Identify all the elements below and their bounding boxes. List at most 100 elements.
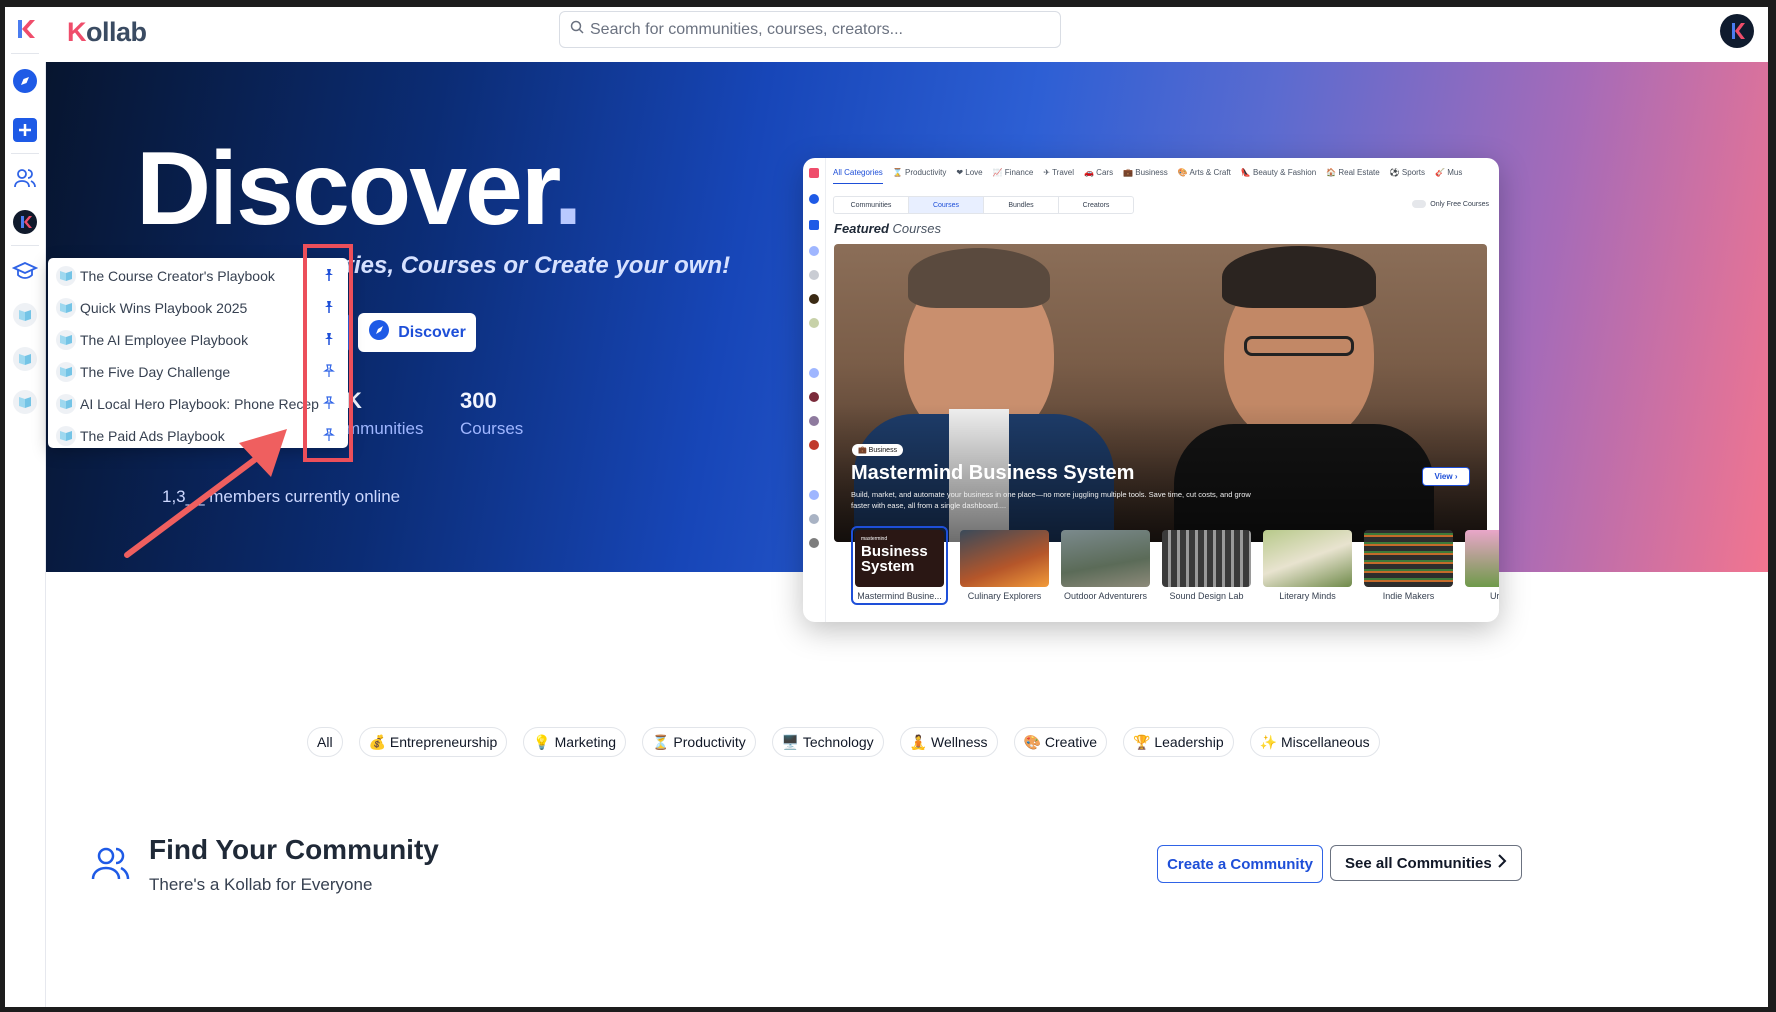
- chip-leadership[interactable]: 🏆 Leadership: [1123, 727, 1234, 757]
- preview-cap-icon: [809, 368, 819, 378]
- course-book-icon: [56, 426, 76, 446]
- glasses-icon: [1244, 336, 1354, 356]
- preview-tab-bundles: Bundles: [984, 197, 1059, 213]
- sidebar-kollab-community-icon[interactable]: [11, 208, 39, 236]
- preview-tab-courses: Courses: [909, 197, 984, 213]
- preview-view-button: View ›: [1422, 467, 1470, 486]
- preview-category: ⚽ Sports: [1389, 168, 1426, 177]
- preview-category: 📈 Finance: [992, 168, 1034, 177]
- flyout-course-label: Quick Wins Playbook 2025: [80, 300, 248, 316]
- preview-category: 🚗 Cars: [1084, 168, 1114, 177]
- app-window: Kollab Search for communities, courses, …: [5, 7, 1768, 1007]
- preview-free-label: Only Free Courses: [1430, 200, 1489, 208]
- sidebar-course-book-icon[interactable]: [11, 345, 39, 373]
- preview-category: 💼 Business: [1123, 168, 1168, 177]
- sidebar-create-plus-icon[interactable]: [11, 116, 39, 144]
- preview-category: 🎨 Arts & Craft: [1177, 168, 1231, 177]
- preview-item-icon: [809, 538, 819, 548]
- course-book-icon: [56, 362, 76, 382]
- preview-category: ⌛ Productivity: [892, 168, 947, 177]
- preview-tab-creators: Creators: [1082, 201, 1110, 209]
- chip-all[interactable]: All: [307, 727, 343, 757]
- person-left-hair: [908, 248, 1050, 308]
- category-filter-chips: All 💰 Entrepreneurship 💡 Marketing ⏳ Pro…: [307, 727, 1380, 757]
- sidebar-courses-graduation-cap-icon[interactable]: [11, 257, 39, 285]
- preview-item-icon: [809, 392, 819, 402]
- preview-banner-title: Mastermind Business System: [851, 462, 1135, 484]
- chip-entrepreneurship[interactable]: 💰 Entrepreneurship: [358, 727, 508, 757]
- preview-item-icon: [809, 514, 819, 524]
- chip-productivity[interactable]: ⏳ Productivity: [642, 727, 756, 757]
- sidebar-communities-icon[interactable]: [11, 164, 39, 192]
- preview-sidebar: [803, 158, 826, 622]
- hero-title: Discover.: [136, 131, 583, 247]
- annotation-arrow-icon: [124, 429, 287, 558]
- preview-thumb: mastermind Business System Mastermind Bu…: [851, 526, 948, 605]
- discover-button-label: Discover: [398, 323, 466, 341]
- search-input[interactable]: Search for communities, courses, creator…: [559, 11, 1061, 48]
- preview-free-toggle: Only Free Courses: [1412, 200, 1489, 208]
- preview-category: 🏠 Real Estate: [1326, 168, 1380, 177]
- chip-wellness[interactable]: 🧘 Wellness: [899, 727, 998, 757]
- preview-featured-banner: 💼 Business Mastermind Business System Bu…: [834, 244, 1487, 542]
- preview-category-badge: 💼 Business: [852, 444, 904, 456]
- chevron-right-icon: [1497, 854, 1507, 872]
- preview-tab-communities: Communities: [834, 197, 909, 213]
- course-book-icon: [56, 394, 76, 414]
- kollab-logo[interactable]: Kollab: [67, 17, 147, 48]
- discover-preview-screenshot: All Categories ⌛ Productivity ❤ Love 📈 F…: [803, 158, 1499, 622]
- preview-thumb: Outdoor Adventurers: [1061, 530, 1150, 605]
- preview-thumb: Urban Ga: [1465, 530, 1499, 605]
- preview-category: ✈ Travel: [1043, 168, 1074, 177]
- top-header: Kollab Search for communities, courses, …: [45, 7, 1768, 63]
- toggle-icon: [1412, 200, 1427, 208]
- sidebar-course-book-icon[interactable]: [11, 388, 39, 416]
- stat-courses-label: Courses: [460, 419, 524, 438]
- chip-marketing[interactable]: 💡 Marketing: [523, 727, 627, 757]
- preview-item-icon: [809, 294, 819, 304]
- flyout-course-label: The Five Day Challenge: [80, 364, 231, 380]
- preview-category: 🎸 Mus: [1435, 168, 1463, 177]
- preview-bundle-icon: [809, 490, 819, 500]
- see-all-communities-button[interactable]: See all Communities: [1330, 845, 1522, 881]
- preview-category: ❤ Love: [956, 168, 983, 177]
- preview-thumb: Culinary Explorers: [960, 530, 1049, 605]
- preview-item-icon: [809, 416, 819, 426]
- preview-category: All Categories: [833, 168, 883, 184]
- preview-plus-icon: [809, 220, 819, 230]
- community-users-icon: [91, 845, 131, 886]
- preview-thumb: Sound Design Lab: [1162, 530, 1251, 605]
- user-avatar[interactable]: [1720, 14, 1754, 48]
- sidebar-discover-compass-icon[interactable]: [11, 67, 39, 95]
- discover-button[interactable]: Discover: [358, 313, 476, 352]
- preview-thumb: Literary Minds: [1263, 530, 1352, 605]
- flyout-course-label: The AI Employee Playbook: [80, 332, 249, 348]
- sidebar-course-book-icon[interactable]: [11, 301, 39, 329]
- preview-thumb: Indie Makers: [1364, 530, 1453, 605]
- chip-creative[interactable]: 🎨 Creative: [1013, 727, 1108, 757]
- kollab-k-logo-icon[interactable]: [11, 15, 39, 43]
- search-icon: [570, 20, 584, 39]
- preview-category: 👠 Beauty & Fashion: [1240, 168, 1317, 177]
- create-community-button[interactable]: Create a Community: [1157, 845, 1323, 883]
- preview-thumbnails: mastermind Business System Mastermind Bu…: [851, 526, 1499, 605]
- sidebar: [5, 7, 46, 1007]
- flyout-course-label: The Course Creator's Playbook: [80, 268, 275, 284]
- chip-technology[interactable]: 🖥️ Technology: [771, 727, 884, 757]
- chip-miscellaneous[interactable]: ✨ Miscellaneous: [1249, 727, 1380, 757]
- course-book-icon: [56, 298, 76, 318]
- preview-content-tabs: Communities Courses Bundles Creators: [833, 196, 1134, 214]
- search-placeholder: Search for communities, courses, creator…: [590, 20, 903, 38]
- stat-communities-label: mmunities: [346, 419, 424, 438]
- preview-banner-description: Build, market, and automate your busines…: [851, 490, 1251, 510]
- preview-compass-icon: [809, 194, 819, 204]
- preview-item-icon: [809, 318, 819, 328]
- preview-category-tabs: All Categories ⌛ Productivity ❤ Love 📈 F…: [833, 168, 1499, 184]
- see-all-label: See all Communities: [1345, 854, 1492, 872]
- find-community-subtitle: There's a Kollab for Everyone: [149, 875, 373, 894]
- preview-logo-icon: [809, 168, 819, 178]
- stat-courses-value: 300: [460, 388, 497, 413]
- hero-subtitle: ties, Courses or Create your own!: [346, 252, 731, 279]
- preview-item-icon: [809, 440, 819, 450]
- find-community-title: Find Your Community: [149, 834, 439, 865]
